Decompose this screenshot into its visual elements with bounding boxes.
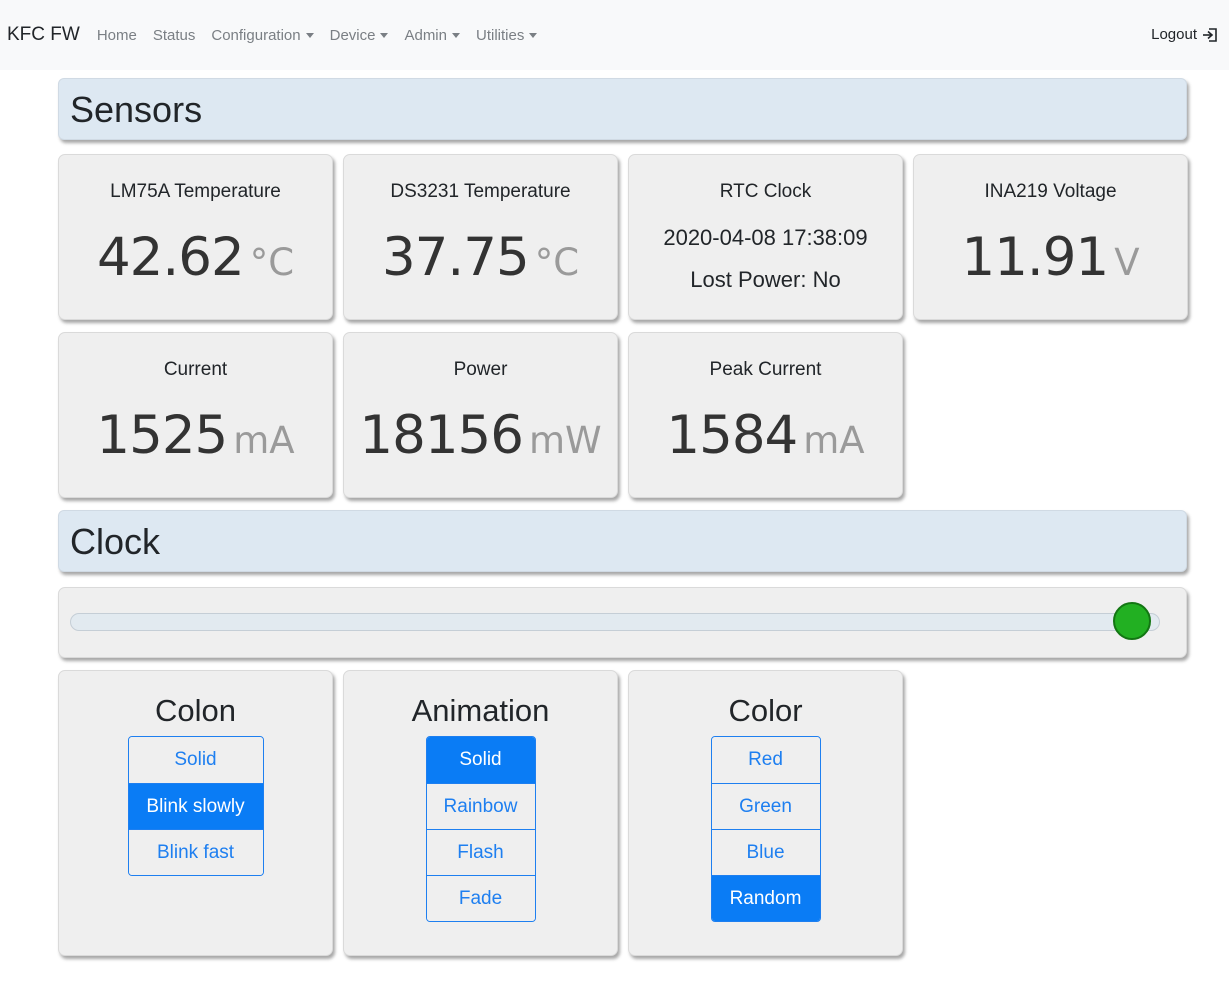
power-unit: mW [528, 419, 602, 462]
sensors-header: Sensors [58, 78, 1187, 140]
ds3231-unit: °C [534, 241, 580, 284]
rtc-datetime: 2020-04-08 17:38:09 [663, 225, 868, 250]
colon-title: Colon [155, 693, 236, 728]
clock-title: Clock [70, 521, 161, 562]
current-value: 1525 [96, 405, 228, 466]
color-option-red[interactable]: Red [711, 737, 820, 783]
sensors-title: Sensors [70, 89, 203, 130]
rtc-card: RTC Clock 2020-04-08 17:38:09 Lost Power… [628, 154, 903, 320]
ina219-value-row: 11.91 V [914, 227, 1187, 288]
animation-option-flash[interactable]: Flash [426, 829, 535, 875]
rtc-label: RTC Clock [719, 181, 812, 202]
ina219-card: INA219 Voltage 11.91 V [913, 154, 1188, 320]
animation-card: Animation Solid Rainbow Flash Fade [343, 670, 618, 956]
animation-options: Solid Rainbow Flash Fade [425, 736, 536, 922]
caret-down-icon [452, 32, 460, 38]
nav-menu: Home Status Configuration Device Admin U… [97, 27, 554, 44]
lm75a-unit: °C [249, 241, 295, 284]
colon-options: Solid Blink slowly Blink fast [127, 736, 264, 876]
ds3231-value-row: 37.75 °C [344, 227, 617, 288]
animation-option-fade[interactable]: Fade [426, 875, 535, 921]
ina219-value: 11.91 [961, 227, 1109, 288]
brightness-slider-thumb[interactable] [1113, 602, 1151, 640]
caret-down-icon [380, 32, 389, 38]
nav-configuration[interactable]: Configuration [211, 26, 314, 44]
power-label: Power [453, 359, 508, 380]
ds3231-card: DS3231 Temperature 37.75 °C [343, 154, 618, 320]
color-option-blue[interactable]: Blue [711, 829, 820, 875]
nav-home[interactable]: Home [97, 27, 137, 44]
lm75a-card: LM75A Temperature 42.62 °C [58, 154, 333, 320]
ds3231-label: DS3231 Temperature [390, 181, 571, 202]
nav-admin[interactable]: Admin [404, 27, 460, 44]
nav-device-label: Device [329, 26, 376, 44]
ds3231-value: 37.75 [381, 227, 530, 288]
rtc-lost-power: Lost Power: No [690, 267, 841, 292]
current-label: Current [163, 359, 228, 380]
colon-option-blink-slowly[interactable]: Blink slowly [128, 783, 263, 829]
power-value-row: 18156 mW [344, 405, 617, 466]
color-option-random[interactable]: Random [711, 875, 820, 921]
color-option-green[interactable]: Green [711, 783, 820, 829]
nav-device[interactable]: Device [330, 27, 389, 44]
color-card: Color Red Green Blue Random [628, 670, 903, 956]
power-card: Power 18156 mW [343, 332, 618, 498]
color-title: Color [728, 693, 803, 728]
logout-link[interactable]: Logout [1151, 26, 1218, 43]
colon-option-solid[interactable]: Solid [128, 737, 263, 783]
brand[interactable]: KFC FW [7, 24, 80, 46]
current-unit: mA [233, 419, 295, 462]
caret-down-icon [529, 32, 538, 38]
nav-utilities[interactable]: Utilities [476, 26, 538, 44]
animation-option-rainbow[interactable]: Rainbow [426, 783, 535, 829]
colon-card: Colon Solid Blink slowly Blink fast [58, 670, 333, 956]
nav-status-label: Status [152, 26, 196, 44]
nav-admin-label: Admin [404, 26, 447, 44]
animation-title: Animation [411, 693, 550, 728]
caret-down-icon [305, 32, 314, 38]
lm75a-value: 42.62 [96, 227, 245, 288]
lm75a-label: LM75A Temperature [110, 181, 281, 202]
nav-status[interactable]: Status [153, 27, 196, 44]
current-value-row: 1525 mA [59, 405, 332, 466]
navbar: KFC FW Home Status Configuration Device … [0, 0, 1229, 70]
animation-option-solid[interactable]: Solid [426, 737, 535, 783]
peak-current-label: Peak Current [709, 359, 822, 380]
power-value: 18156 [359, 405, 524, 466]
brightness-slider-card [58, 587, 1187, 658]
lm75a-value-row: 42.62 °C [59, 227, 332, 288]
peak-current-unit: mA [803, 419, 865, 462]
current-card: Current 1525 mA [58, 332, 333, 498]
colon-option-blink-fast[interactable]: Blink fast [128, 829, 263, 875]
clock-header: Clock [58, 510, 1187, 572]
peak-current-card: Peak Current 1584 mA [628, 332, 903, 498]
logout-icon [1203, 27, 1217, 42]
nav-home-label: Home [96, 26, 137, 44]
peak-current-value: 1584 [666, 405, 798, 466]
logout-label: Logout [1151, 26, 1197, 43]
ina219-unit: V [1114, 241, 1140, 284]
nav-configuration-label: Configuration [211, 26, 301, 44]
color-options: Red Green Blue Random [710, 736, 821, 922]
ina219-label: INA219 Voltage [984, 181, 1117, 202]
brightness-slider-track[interactable] [70, 613, 1160, 631]
nav-utilities-label: Utilities [476, 26, 525, 44]
peak-current-value-row: 1584 mA [629, 405, 902, 466]
